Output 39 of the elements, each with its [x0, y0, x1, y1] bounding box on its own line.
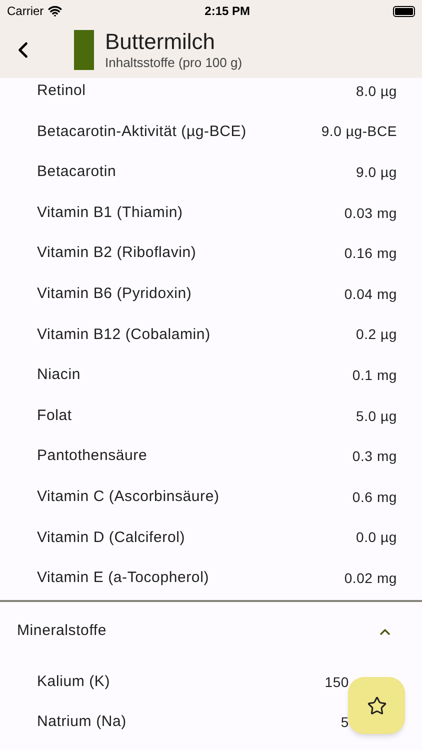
nutrient-name: Folat — [37, 406, 72, 426]
food-title: Buttermilch — [105, 29, 216, 55]
food-subtitle: Inhaltsstoffe (pro 100 g) — [105, 55, 242, 71]
nutrient-value: 0.1 mg — [352, 366, 397, 385]
nutrient-name: Vitamin B12 (Cobalamin) — [37, 324, 210, 345]
nutrient-name: Vitamin B1 (Thiamin) — [37, 202, 183, 223]
nutrient-value: 0.2 µg — [356, 325, 397, 344]
nutrient-name: Vitamin C (Ascorbinsäure) — [37, 486, 220, 507]
nutrient-name: Kalium (K) — [37, 672, 110, 692]
status-time: 2:15 PM — [204, 3, 250, 20]
nutrient-name: Vitamin B6 (Pyridoxin) — [37, 284, 192, 304]
minerals-header[interactable]: Mineralstoffe — [0, 602, 422, 662]
nutrient-value: 0.16 mg — [344, 244, 397, 264]
nutrient-name: Vitamin D (Calciferol) — [37, 528, 186, 548]
nutrient-value: 0.03 mg — [344, 204, 397, 223]
nutrient-name: Niacin — [37, 365, 80, 386]
nutrient-name: Betacarotin — [37, 162, 116, 182]
nutrient-name: Natrium (Na) — [37, 712, 126, 732]
nutrient-name: Vitamin B2 (Riboflavin) — [37, 243, 196, 264]
nutrient-value: 5 — [340, 713, 349, 732]
nutrient-value: 8.0 µg — [356, 82, 397, 101]
nutrient-value: 0.0 µg — [356, 528, 397, 548]
nutrient-value: 0.6 mg — [352, 488, 397, 507]
battery-icon — [393, 6, 415, 16]
nutrient-name: Retinol — [37, 81, 86, 102]
nutrient-name: Betacarotin-Aktivität (µg-BCE) — [37, 122, 246, 142]
nutrient-value: 0.04 mg — [344, 284, 397, 304]
nutrient-value: 150 — [324, 672, 349, 692]
star-icon — [366, 696, 386, 716]
favorite-button[interactable] — [348, 677, 405, 734]
wifi-icon — [48, 4, 62, 18]
nutrient-name: Vitamin E (a-Tocopherol) — [37, 568, 209, 588]
nutrient-value: 9.0 µg-BCE — [321, 122, 397, 142]
nutrient-value: 0.3 mg — [352, 447, 397, 466]
nutrient-value: 0.02 mg — [344, 568, 397, 588]
nutrient-name: Pantothensäure — [37, 446, 148, 466]
nutrient-value: 5.0 µg — [356, 406, 397, 426]
nutrient-value: 9.0 µg — [356, 162, 397, 182]
carrier-label: Carrier — [7, 3, 44, 20]
